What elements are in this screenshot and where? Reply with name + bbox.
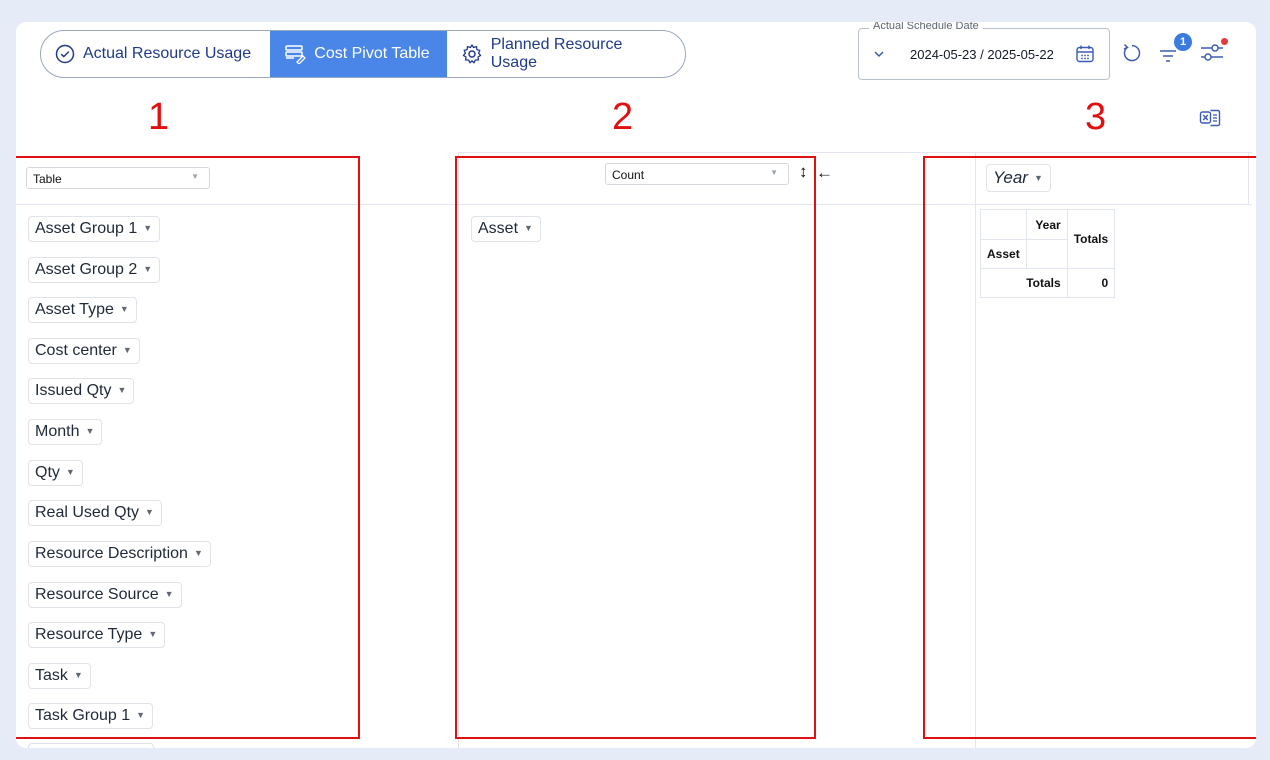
- tab-label: Actual Resource Usage: [83, 45, 252, 62]
- table-edit-icon: [285, 45, 307, 64]
- pivot-top-divider: [458, 152, 1252, 153]
- check-circle-icon: [55, 44, 75, 64]
- tab-actual-resource-usage[interactable]: Actual Resource Usage: [41, 31, 270, 77]
- settings-notification-dot: [1221, 38, 1228, 45]
- annotation-number-3: 3: [1085, 96, 1107, 138]
- refresh-icon[interactable]: [1120, 42, 1142, 64]
- annotation-box-3: [923, 156, 1256, 739]
- pivot-card: Actual Resource Usage Cost Pivot Table P…: [16, 22, 1256, 748]
- excel-export-icon[interactable]: [1199, 108, 1221, 130]
- view-tab-group: Actual Resource Usage Cost Pivot Table P…: [40, 30, 686, 78]
- annotation-number-1: 1: [148, 96, 170, 138]
- annotation-box-2: [455, 156, 816, 739]
- filter-count-badge: 1: [1174, 33, 1192, 51]
- annotation-number-2: 2: [612, 96, 634, 138]
- date-range-value: 2024-05-23 / 2025-05-22: [910, 47, 1054, 62]
- chevron-down-icon[interactable]: [873, 49, 885, 59]
- col-order-toggle[interactable]: ←: [816, 163, 833, 183]
- date-range-legend: Actual Schedule Date: [869, 22, 983, 32]
- tab-label: Planned Resource Usage: [490, 36, 623, 71]
- filter-icon[interactable]: [1158, 46, 1178, 64]
- tab-label: Cost Pivot Table: [314, 45, 430, 62]
- tab-planned-resource-usage[interactable]: Planned Resource Usage: [447, 31, 685, 77]
- calendar-icon[interactable]: [1075, 44, 1095, 64]
- attribute-chip-partial[interactable]: [28, 743, 154, 748]
- gear-icon: [462, 44, 481, 64]
- annotation-box-1: [16, 156, 360, 739]
- date-range-field[interactable]: Actual Schedule Date 2024-05-23 / 2025-0…: [858, 22, 1110, 80]
- tab-cost-pivot-table[interactable]: Cost Pivot Table: [270, 31, 447, 77]
